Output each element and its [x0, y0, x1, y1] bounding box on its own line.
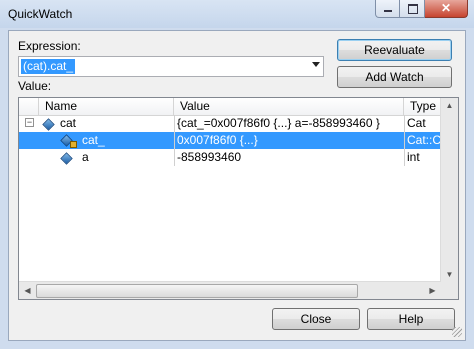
collapse-icon[interactable]: − [25, 118, 34, 127]
row-type: int [407, 150, 420, 164]
value-label: Value: [18, 79, 52, 93]
add-watch-button[interactable]: Add Watch [337, 66, 452, 88]
column-header-type[interactable]: Type [404, 98, 444, 115]
horizontal-scrollbar[interactable]: ◀ ▶ [19, 281, 441, 299]
row-type: Cat [407, 116, 426, 130]
window-controls: ✕ [375, 0, 468, 18]
watch-grid[interactable]: Name Value Type − cat {cat_=0x007f86f0 {… [18, 97, 459, 300]
table-row[interactable]: a -858993460 int [19, 149, 458, 166]
table-row[interactable]: − cat {cat_=0x007f86f0 {...} a=-85899346… [19, 115, 458, 132]
column-header-name[interactable]: Name [39, 98, 174, 115]
scroll-right-icon[interactable]: ▶ [425, 283, 440, 298]
close-button[interactable]: Close [272, 308, 360, 330]
column-header-value[interactable]: Value [174, 98, 404, 115]
minimize-button[interactable] [375, 0, 400, 18]
chevron-down-icon[interactable] [312, 62, 320, 67]
dialog-body: Expression: (cat).cat_ Value: Reevaluate… [8, 30, 466, 341]
help-button[interactable]: Help [367, 308, 455, 330]
column-divider [404, 115, 405, 166]
row-name: cat_ [82, 133, 105, 147]
object-icon [42, 118, 55, 131]
row-name: cat [60, 116, 77, 130]
reevaluate-button[interactable]: Reevaluate [337, 39, 452, 61]
row-value: -858993460 [177, 150, 242, 164]
resize-grip-icon[interactable] [452, 327, 462, 337]
header-spacer [19, 98, 39, 115]
scroll-up-icon[interactable]: ▲ [442, 98, 457, 113]
close-icon: ✕ [440, 1, 452, 15]
title-bar: QuickWatch ✕ [0, 0, 474, 28]
close-window-button[interactable]: ✕ [425, 0, 468, 18]
minimize-icon [384, 10, 392, 12]
scroll-thumb[interactable] [36, 284, 358, 298]
maximize-button[interactable] [400, 0, 425, 18]
expression-input[interactable]: (cat).cat_ [21, 59, 76, 74]
row-name: a [82, 150, 89, 164]
row-value: 0x007f86f0 {...} [177, 133, 258, 147]
scroll-left-icon[interactable]: ◀ [20, 283, 35, 298]
scroll-down-icon[interactable]: ▼ [442, 267, 457, 282]
column-divider [174, 115, 175, 166]
vertical-scrollbar[interactable]: ▲ ▼ [440, 98, 458, 299]
expression-label: Expression: [18, 39, 81, 53]
field-icon [60, 152, 73, 165]
grid-header: Name Value Type [19, 98, 458, 116]
lock-icon [70, 141, 77, 148]
row-value: {cat_=0x007f86f0 {...} a=-858993460 } [177, 116, 380, 130]
window-title: QuickWatch [8, 7, 73, 21]
expression-combobox[interactable]: (cat).cat_ [18, 56, 324, 77]
maximize-icon [408, 4, 418, 14]
table-row-selected[interactable]: cat_ 0x007f86f0 {...} Cat::Cat [19, 132, 458, 149]
row-type: Cat::Cat [407, 133, 441, 147]
